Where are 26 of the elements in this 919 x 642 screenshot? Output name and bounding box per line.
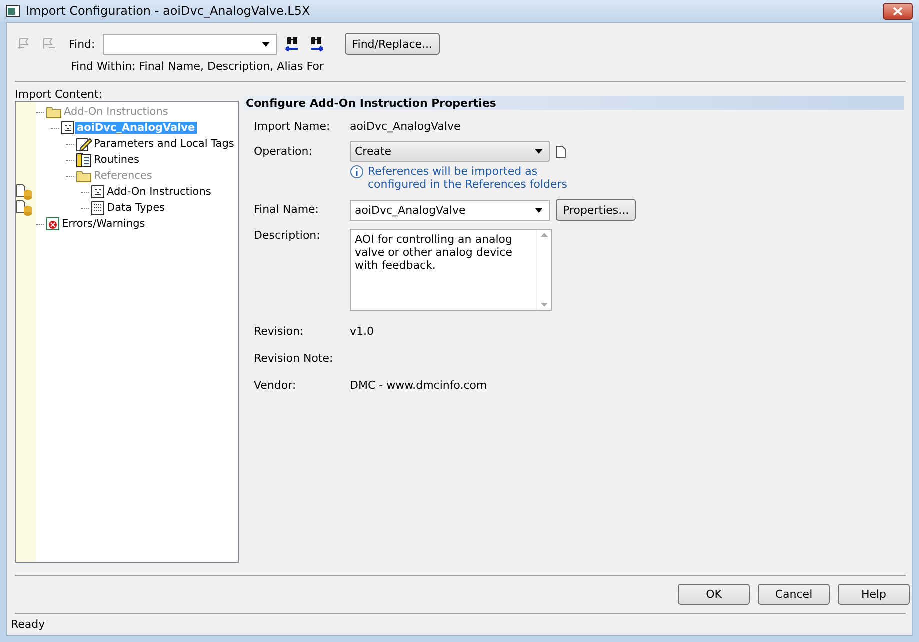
- vendor-value: DMC - www.dmcinfo.com: [350, 379, 488, 392]
- field-label: Final Name:: [254, 203, 320, 216]
- section-header: Configure Add-On Instruction Properties: [244, 96, 904, 110]
- window-title: Import Configuration - aoiDvc_AnalogValve.L5X: [26, 4, 312, 18]
- dialog-button[interactable]: OK: [678, 584, 750, 605]
- field-label: Revision Note:: [254, 352, 334, 365]
- field-label: Description:: [254, 229, 322, 242]
- tree-item[interactable]: Errors/Warnings: [60, 218, 148, 230]
- operation-dropdown[interactable]: Create: [350, 141, 550, 162]
- find-replace-button[interactable]: Find/Replace...: [345, 33, 440, 55]
- find-label: Find:: [69, 38, 96, 50]
- import-content-label: Import Content:: [15, 88, 104, 101]
- dialog-button[interactable]: Cancel: [758, 584, 830, 605]
- info-text: References will be imported as configured in the References folders: [368, 165, 568, 191]
- final-name-field[interactable]: aoiDvc_AnalogValve: [350, 200, 550, 220]
- field-label: Vendor:: [254, 379, 298, 392]
- dialog-button[interactable]: Help: [838, 584, 910, 605]
- revision-value: v1.0: [350, 325, 376, 338]
- find-within-text: Find Within: Final Name, Description, Alias For: [71, 60, 325, 73]
- field-label: Operation:: [254, 145, 314, 158]
- field-label: Import Name:: [254, 120, 332, 133]
- description-field[interactable]: AOI for controlling an analog valve or other analog device with feedback.: [350, 229, 552, 311]
- import-name-value: aoiDvc_AnalogValve: [350, 120, 462, 133]
- status-text: Ready: [10, 617, 46, 633]
- properties-button[interactable]: Properties...: [556, 199, 636, 221]
- field-label: Revision:: [254, 325, 305, 338]
